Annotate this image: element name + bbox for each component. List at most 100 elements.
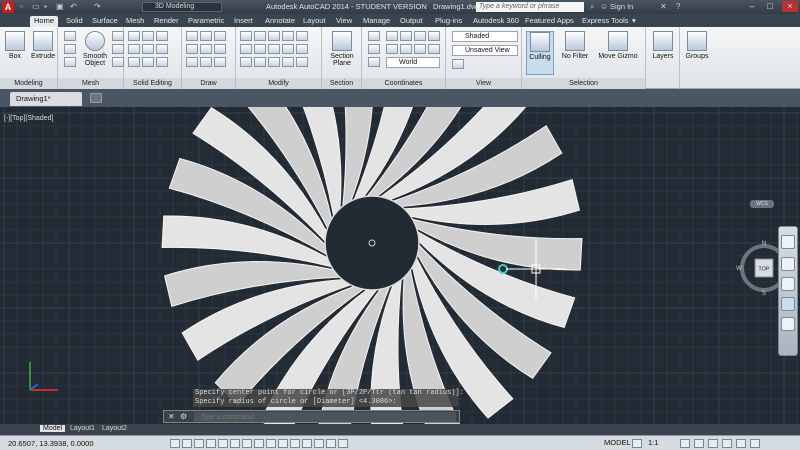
panel-label[interactable]: Coordinates	[362, 78, 445, 89]
compass-north[interactable]: N	[762, 241, 766, 247]
rotate-icon[interactable]	[254, 31, 266, 41]
minimize-button[interactable]: –	[744, 1, 760, 12]
annotation-monitor-icon[interactable]	[338, 439, 348, 448]
lock-icon[interactable]	[708, 439, 718, 448]
mesh-tool-icon[interactable]	[112, 31, 124, 41]
scale-icon[interactable]	[268, 44, 280, 54]
join-icon[interactable]	[282, 57, 294, 67]
viewport-controls-label[interactable]: [-][Top][Shaded]	[4, 115, 53, 122]
application-menu-button[interactable]: A	[2, 1, 14, 13]
ribbon-toggle-icon[interactable]: ▾	[632, 16, 636, 25]
dynamic-ucs-icon[interactable]	[266, 439, 276, 448]
offset-icon[interactable]	[296, 44, 308, 54]
maximize-button[interactable]: □	[762, 1, 778, 12]
panel-label[interactable]: View	[446, 78, 521, 89]
subtract-icon[interactable]	[142, 31, 154, 41]
tab-home[interactable]: Home	[30, 16, 59, 27]
tab-layout[interactable]: Layout	[303, 16, 326, 25]
named-view-dropdown[interactable]: Unsaved View	[452, 45, 518, 56]
panel-label[interactable]: Solid Editing	[124, 78, 181, 89]
solid-edit-icon[interactable]	[128, 57, 140, 67]
selection-cycling-icon[interactable]	[326, 439, 336, 448]
compass-south[interactable]: S	[762, 291, 766, 296]
ellipse-icon[interactable]	[200, 57, 212, 67]
ucs-view-icon[interactable]	[428, 31, 440, 41]
tab-layout2[interactable]: Layout2	[102, 425, 127, 432]
3d-object-snap-icon[interactable]	[242, 439, 252, 448]
tab-annotate[interactable]: Annotate	[265, 16, 295, 25]
move-gizmo-button[interactable]: Move Gizmo	[596, 31, 640, 60]
tab-insert[interactable]: Insert	[234, 16, 253, 25]
tab-express-tools[interactable]: Express Tools	[582, 16, 629, 25]
ucs-face-icon[interactable]	[400, 44, 412, 54]
annotation-scale[interactable]: 1:1	[648, 438, 658, 447]
mesh-tool-icon[interactable]	[64, 57, 76, 67]
panel-label[interactable]: Mesh	[58, 78, 123, 89]
ucs-object-icon[interactable]	[386, 44, 398, 54]
extrude-button[interactable]: Extrude	[30, 31, 56, 60]
mesh-tool-icon[interactable]	[64, 31, 76, 41]
extend-icon[interactable]	[296, 57, 308, 67]
mesh-tool-icon[interactable]	[112, 57, 124, 67]
culling-button[interactable]: Culling	[526, 31, 554, 75]
rectangle-icon[interactable]	[200, 44, 212, 54]
infer-constraints-icon[interactable]	[170, 439, 180, 448]
workspace-dropdown[interactable]: 3D Modeling	[142, 2, 222, 12]
section-plane-button[interactable]: Section Plane	[327, 31, 357, 67]
tab-manage[interactable]: Manage	[363, 16, 390, 25]
undo-icon[interactable]: ↶	[70, 2, 77, 11]
panel-label[interactable]: Selection	[522, 78, 645, 89]
ucs-x-icon[interactable]	[386, 31, 398, 41]
open-file-icon[interactable]: ▭	[32, 2, 40, 11]
ortho-mode-icon[interactable]	[206, 439, 216, 448]
ucs-origin-icon[interactable]	[368, 44, 380, 54]
hatch-icon[interactable]	[214, 57, 226, 67]
ucs-3point-icon[interactable]	[414, 31, 426, 41]
box-button[interactable]: Box	[2, 31, 28, 60]
tab-model[interactable]: Model	[40, 425, 66, 432]
panel-label[interactable]: Modify	[236, 78, 321, 89]
save-as-icon[interactable]: ▣	[56, 2, 64, 11]
tab-surface[interactable]: Surface	[92, 16, 118, 25]
mesh-tool-icon[interactable]	[64, 44, 76, 54]
zoom-extents-icon[interactable]	[781, 277, 795, 291]
grid-display-icon[interactable]	[194, 439, 204, 448]
polygon-icon[interactable]	[214, 44, 226, 54]
user-icon[interactable]: ☺	[600, 2, 608, 11]
new-file-icon[interactable]: ▫	[20, 2, 23, 11]
dynamic-input-icon[interactable]	[278, 439, 288, 448]
lineweight-icon[interactable]	[290, 439, 300, 448]
search-input[interactable]: Type a keyword or phrase	[476, 2, 584, 12]
panel-label[interactable]: Section	[322, 78, 361, 89]
move-icon[interactable]	[240, 31, 252, 41]
hardware-acceleration-icon[interactable]	[722, 439, 732, 448]
panel-label[interactable]: Draw	[182, 78, 235, 89]
array-icon[interactable]	[282, 44, 294, 54]
polyline-icon[interactable]	[200, 31, 212, 41]
tab-featured-apps[interactable]: Featured Apps	[525, 16, 574, 25]
ucs-icon[interactable]	[368, 31, 380, 41]
panel-label[interactable]: Modeling	[0, 78, 57, 89]
spline-icon[interactable]	[186, 57, 198, 67]
union-icon[interactable]	[128, 31, 140, 41]
cursor-coordinates[interactable]: 20.6507, 13.3938, 0.0000	[8, 439, 94, 448]
erase-icon[interactable]	[254, 57, 266, 67]
help-icon[interactable]: ?	[676, 2, 680, 11]
wcs-menu[interactable]: WCS	[750, 200, 774, 208]
no-filter-button[interactable]: No Filter	[558, 31, 592, 60]
object-snap-icon[interactable]	[230, 439, 240, 448]
hub-circle[interactable]	[324, 195, 420, 291]
sign-in-button[interactable]: Sign In	[610, 2, 633, 11]
tab-autodesk-360[interactable]: Autodesk 360	[473, 16, 519, 25]
mesh-tool-icon[interactable]	[112, 44, 124, 54]
ucs-previous-icon[interactable]	[414, 44, 426, 54]
groups-button[interactable]: Groups	[683, 31, 711, 60]
stretch-icon[interactable]	[240, 57, 252, 67]
trim-icon[interactable]	[268, 31, 280, 41]
fillet-icon[interactable]	[282, 31, 294, 41]
solid-edit-icon[interactable]	[128, 44, 140, 54]
annotation-visibility-icon[interactable]	[680, 439, 690, 448]
quick-properties-icon[interactable]	[314, 439, 324, 448]
visual-style-dropdown[interactable]: Shaded	[452, 31, 518, 42]
steering-wheel-icon[interactable]	[781, 235, 795, 249]
